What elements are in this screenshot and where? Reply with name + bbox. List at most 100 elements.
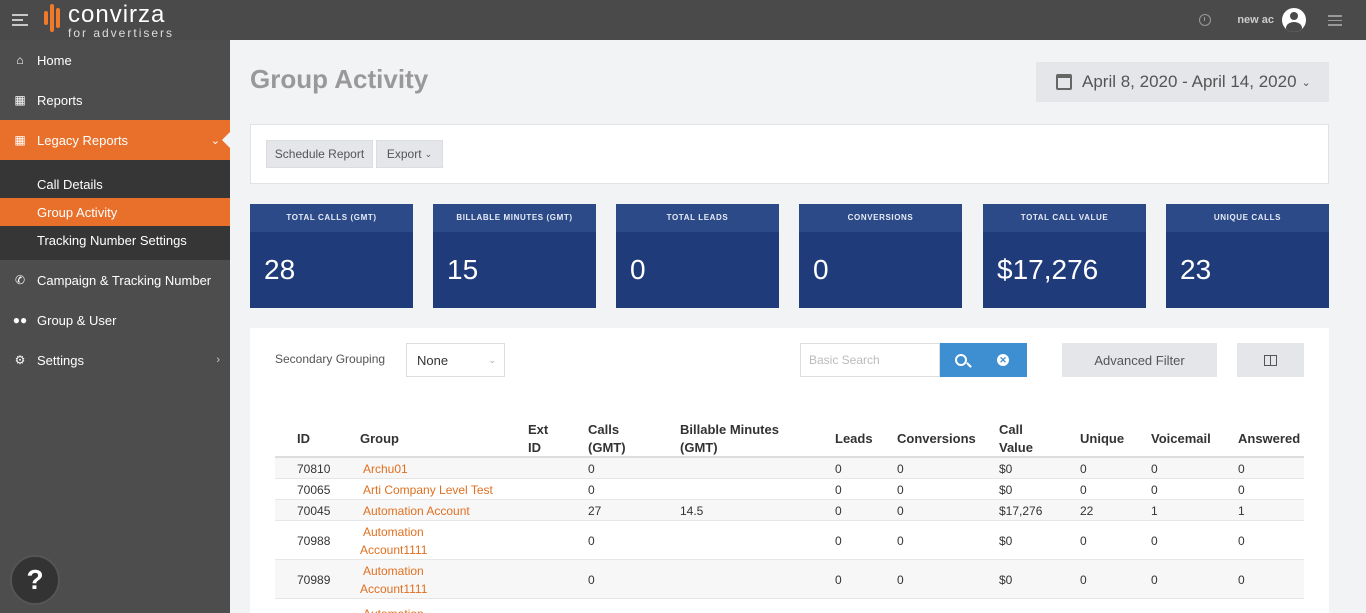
export-label: Export <box>386 147 422 161</box>
group-activity-table: ID Group Ext ID Calls (GMT) Billable Minut… <box>275 418 1304 613</box>
table-row: 70810 0 0 0 $0 0 0 0 Archu01 <box>275 458 1304 479</box>
table-row: 70065 0 0 0 $0 0 0 0 Arti Company Level Test <box>275 479 1304 500</box>
card-value: 28 <box>264 254 296 285</box>
cell-ans: 0 <box>1238 533 1245 548</box>
search-input[interactable]: Basic Search <box>800 343 940 377</box>
sidebar-item-settings[interactable]: ⚙ Settings › <box>0 340 230 380</box>
cell-value: $0 <box>999 461 1013 476</box>
cell-leads: 0 <box>835 572 842 587</box>
group-link[interactable]: Automation <box>360 605 424 613</box>
sidebar-subitem-group-activity[interactable]: Group Activity <box>0 198 230 226</box>
top-bar: convirza for advertisers new ac <box>0 0 1366 40</box>
table-row: 70988 0 0 0 $0 0 0 0 Automation Account1111 <box>275 521 1304 560</box>
card-label: UNIQUE CALLS <box>1166 204 1329 232</box>
cell-bill: 14.5 <box>680 503 704 518</box>
sidebar-item-legacy-reports[interactable]: ▦ Legacy Reports ⌄ <box>0 120 230 160</box>
sidebar-item-campaign-tracking[interactable]: ✆ Campaign & Tracking Number <box>0 260 230 300</box>
card-billable-minutes: BILLABLE MINUTES (GMT) 15 <box>433 204 596 308</box>
card-value: $17,276 <box>997 254 1099 285</box>
sidebar-toggle-icon[interactable] <box>12 14 28 26</box>
group-link[interactable]: Automation Account <box>360 502 470 520</box>
card-total-calls: TOTAL CALLS (GMT) 28 <box>250 204 413 308</box>
cell-value: $0 <box>999 572 1013 587</box>
main-content: Group Activity April 8, 2020 - April 14,… <box>230 40 1350 613</box>
cell-unique: 0 <box>1080 572 1087 587</box>
group-link[interactable]: Archu01 <box>360 460 408 478</box>
cell-calls: 0 <box>588 533 595 548</box>
date-range-label: April 8, 2020 - April 14, 2020 <box>1082 72 1297 91</box>
table-row: Automation <box>275 599 1304 613</box>
report-toolbar: Schedule Report Export ⌄ <box>250 124 1329 184</box>
card-total-call-value: TOTAL CALL VALUE $17,276 <box>983 204 1146 308</box>
col-billable-minutes[interactable]: Billable Minutes (GMT) <box>680 421 779 457</box>
cell-leads: 0 <box>835 503 842 518</box>
cell-unique: 0 <box>1080 533 1087 548</box>
col-calls[interactable]: Calls (GMT) <box>588 421 626 457</box>
menu-icon[interactable] <box>1328 15 1342 26</box>
card-label: BILLABLE MINUTES (GMT) <box>433 204 596 232</box>
user-name[interactable]: new ac <box>1237 14 1274 26</box>
cell-leads: 0 <box>835 482 842 497</box>
col-ext-id[interactable]: Ext ID <box>528 421 548 457</box>
card-label: TOTAL LEADS <box>616 204 779 232</box>
cell-ans: 0 <box>1238 482 1245 497</box>
sidebar-item-group-user[interactable]: ●● Group & User <box>0 300 230 340</box>
secondary-grouping-select[interactable]: None ⌄ <box>406 343 505 377</box>
cell-calls: 0 <box>588 482 595 497</box>
export-button[interactable]: Export ⌄ <box>376 140 443 168</box>
col-voicemail[interactable]: Voicemail <box>1151 430 1211 448</box>
sidebar-item-label: Home <box>37 52 72 68</box>
advanced-filter-button[interactable]: Advanced Filter <box>1062 343 1217 377</box>
clear-icon[interactable]: ✕ <box>997 354 1009 366</box>
col-call-value[interactable]: Call Value <box>999 421 1033 457</box>
group-link[interactable]: Automation Account1111 <box>360 562 427 598</box>
search-icon[interactable] <box>955 354 967 366</box>
brand-tagline: for advertisers <box>68 26 175 40</box>
cell-conv: 0 <box>897 533 904 548</box>
columns-icon <box>1264 354 1277 366</box>
bar-chart-icon: ▦ <box>14 133 26 147</box>
cell-calls: 0 <box>588 461 595 476</box>
table-row: 70045 27 14.5 0 0 $17,276 22 1 1 Automation Accou… <box>275 500 1304 521</box>
table-body: 70810 0 0 0 $0 0 0 0 Archu01 70065 0 0 0 $0 0 0 0 Arti Co… <box>275 458 1304 613</box>
avatar[interactable] <box>1282 8 1306 32</box>
logo[interactable]: convirza for advertisers <box>44 2 175 40</box>
sidebar-item-label: Campaign & Tracking Number <box>37 272 212 288</box>
col-leads[interactable]: Leads <box>835 430 873 448</box>
card-label: TOTAL CALLS (GMT) <box>250 204 413 232</box>
card-label: CONVERSIONS <box>799 204 962 232</box>
help-button[interactable]: ? <box>10 555 60 605</box>
chevron-down-icon: ⌄ <box>424 148 433 159</box>
card-value: 0 <box>813 254 829 285</box>
sidebar-item-reports[interactable]: ▦ Reports <box>0 80 230 120</box>
date-range-picker[interactable]: April 8, 2020 - April 14, 2020 ⌄ <box>1036 62 1329 102</box>
group-link[interactable]: Arti Company Level Test <box>360 481 493 499</box>
chevron-down-icon: ⌄ <box>1301 76 1311 89</box>
col-conversions[interactable]: Conversions <box>897 430 976 448</box>
cell-ans: 0 <box>1238 461 1245 476</box>
clock-icon[interactable] <box>1199 14 1212 26</box>
card-total-leads: TOTAL LEADS 0 <box>616 204 779 308</box>
col-answered[interactable]: Answered <box>1238 430 1300 448</box>
card-value: 15 <box>447 254 479 285</box>
chevron-down-icon: ⌄ <box>488 354 496 365</box>
cell-vm: 1 <box>1151 503 1158 518</box>
cell-vm: 0 <box>1151 461 1158 476</box>
cell-unique: 22 <box>1080 503 1094 518</box>
col-unique[interactable]: Unique <box>1080 430 1124 448</box>
col-id[interactable]: ID <box>297 430 310 448</box>
search-button[interactable]: ✕ <box>940 343 1027 377</box>
schedule-report-button[interactable]: Schedule Report <box>266 140 373 168</box>
sidebar-subitem-call-details[interactable]: Call Details <box>0 170 230 198</box>
summary-cards: TOTAL CALLS (GMT) 28 BILLABLE MINUTES (G… <box>250 204 1329 308</box>
group-link[interactable]: Automation Account1111 <box>360 523 427 559</box>
columns-button[interactable] <box>1237 343 1304 377</box>
sidebar-item-label: Reports <box>37 92 83 108</box>
cell-conv: 0 <box>897 482 904 497</box>
sidebar-item-home[interactable]: ⌂ Home <box>0 40 230 80</box>
col-group[interactable]: Group <box>360 430 399 448</box>
bar-chart-icon: ▦ <box>14 93 26 107</box>
sidebar-item-label: Legacy Reports <box>37 132 129 148</box>
phone-icon: ✆ <box>14 273 26 287</box>
sidebar-subitem-tracking-number-settings[interactable]: Tracking Number Settings <box>0 226 230 254</box>
